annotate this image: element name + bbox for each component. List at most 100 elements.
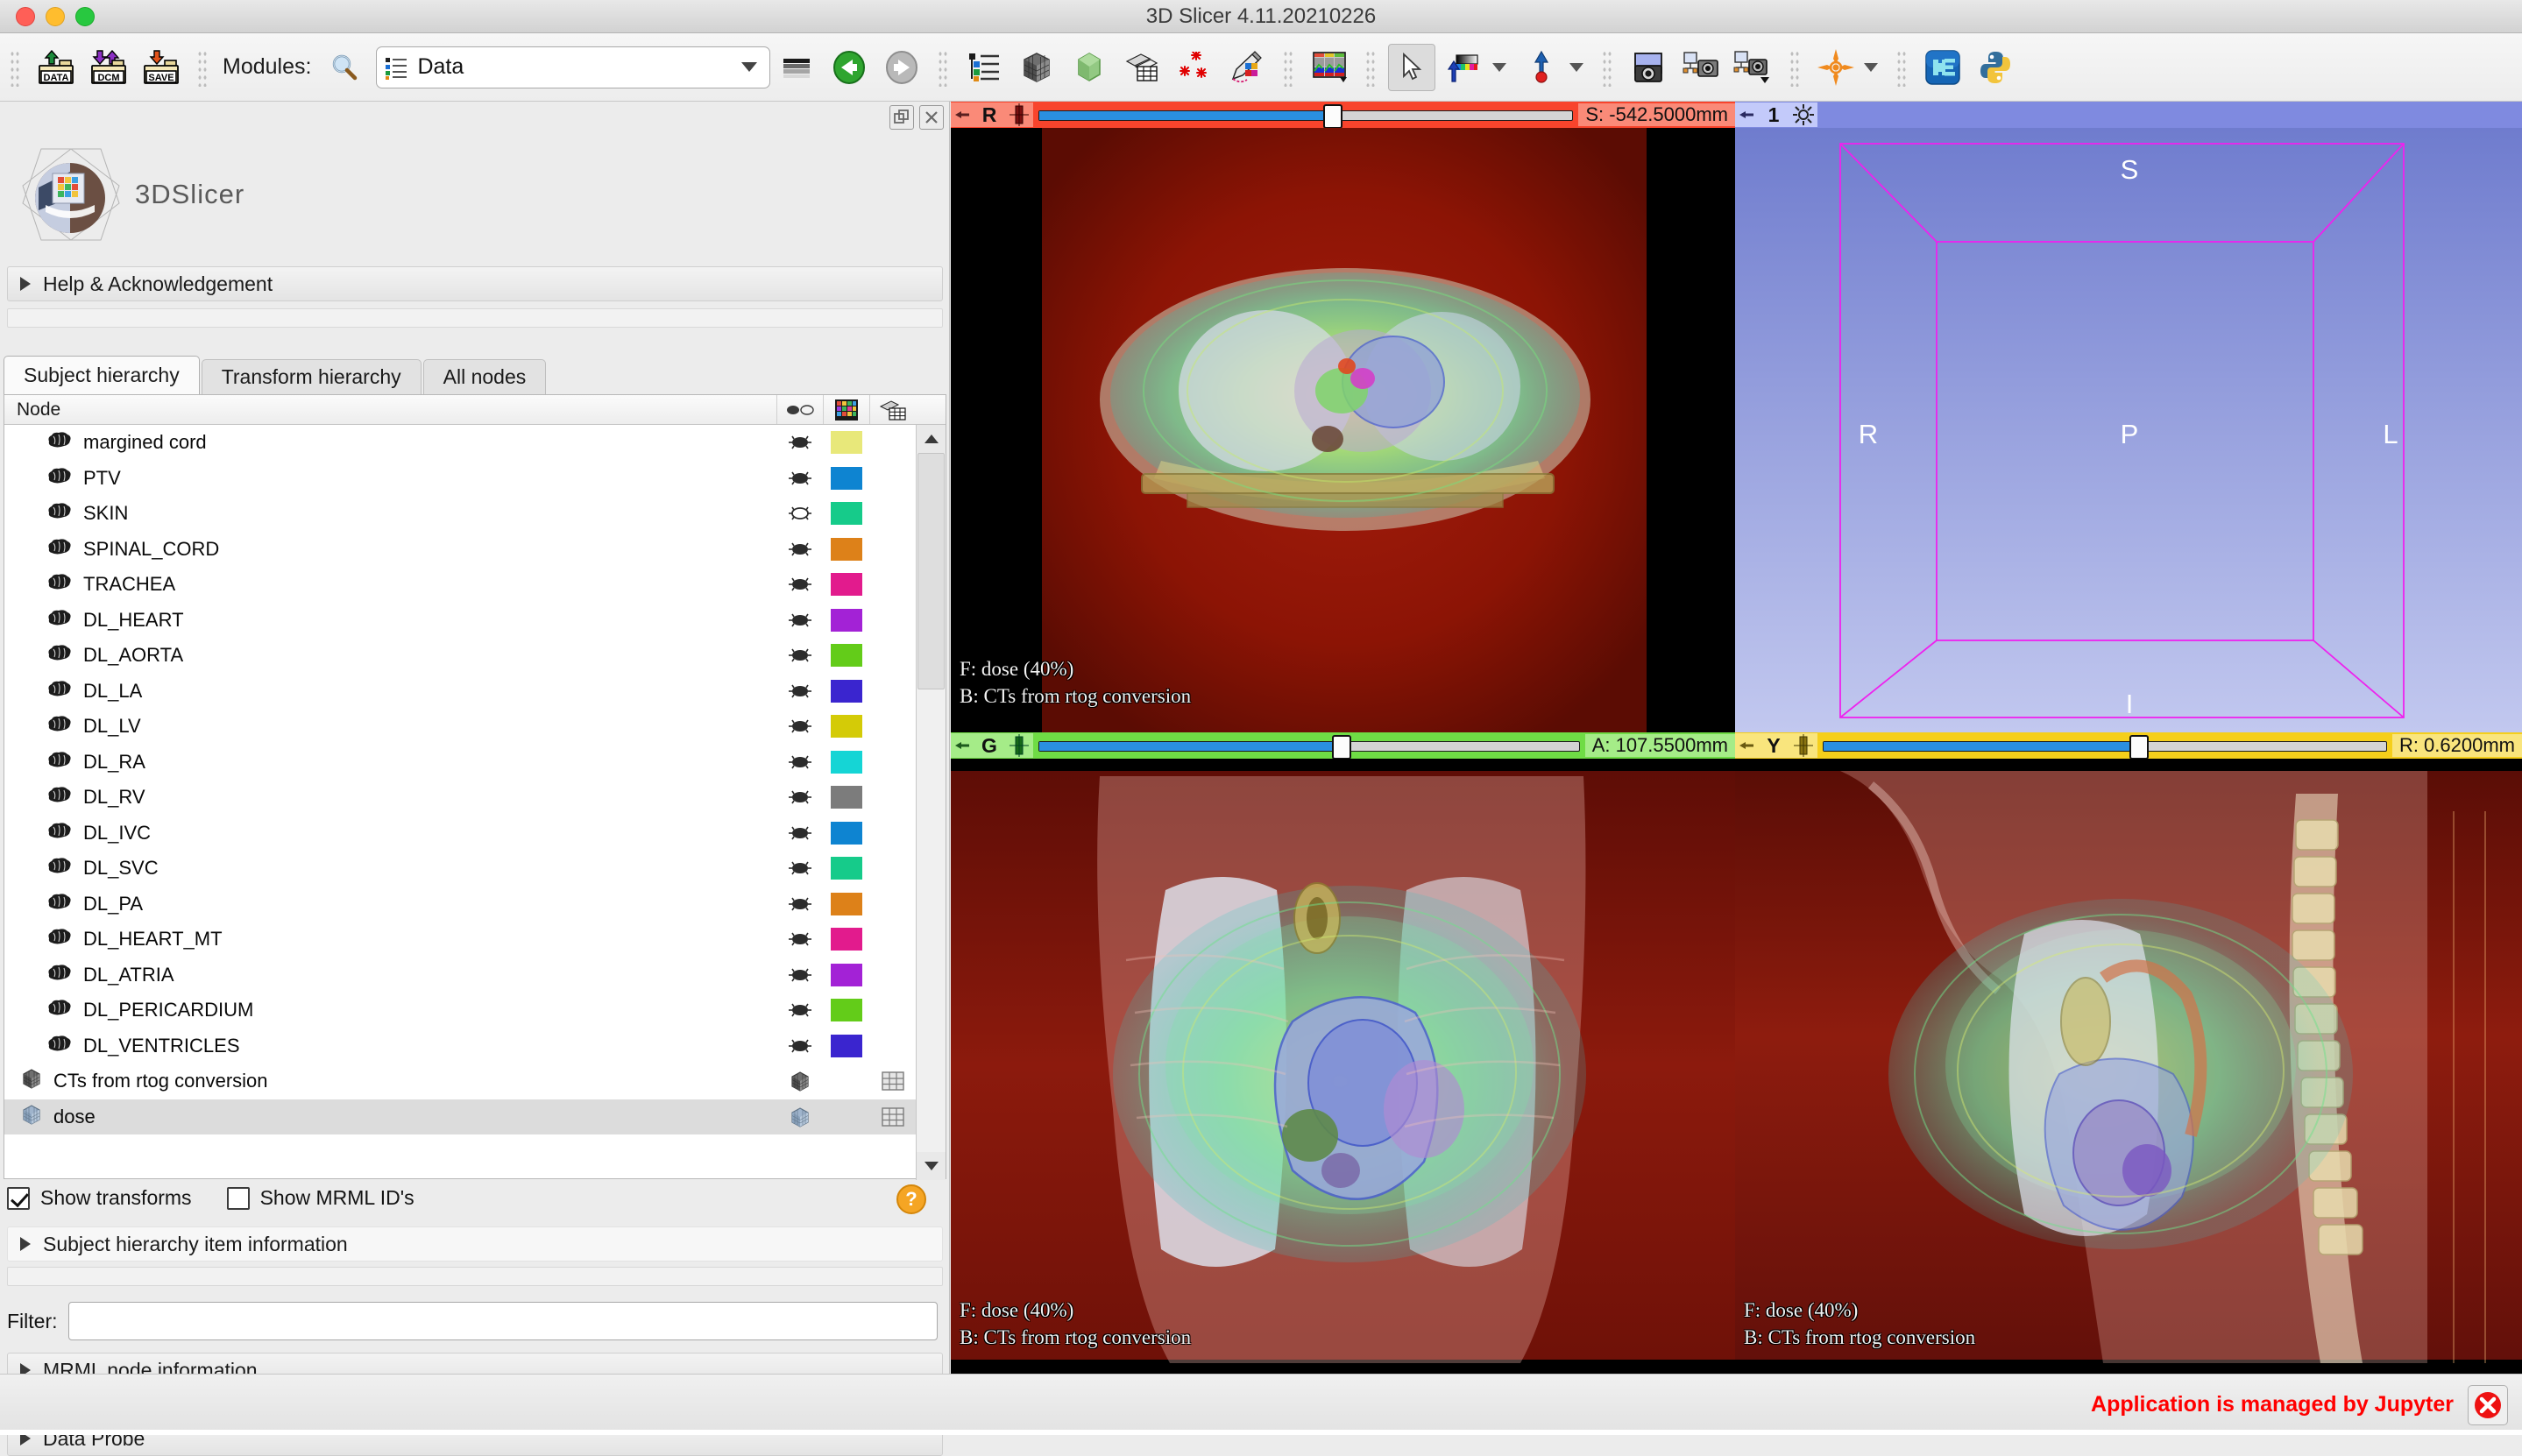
color-swatch[interactable] xyxy=(830,608,862,632)
place-markup-button[interactable] xyxy=(1518,44,1565,91)
extension-manager-button[interactable] xyxy=(1919,44,1966,91)
table-row[interactable]: DL_AORTA xyxy=(4,638,946,674)
toolbar-grip-extensions[interactable] xyxy=(1895,47,1909,87)
node-color-swatch[interactable] xyxy=(823,963,869,986)
node-color-swatch[interactable] xyxy=(823,608,869,632)
table-row[interactable]: DL_IVC xyxy=(4,816,946,852)
node-visibility-toggle[interactable] xyxy=(776,718,823,734)
color-swatch[interactable] xyxy=(830,573,862,597)
tree-column-transform[interactable] xyxy=(869,395,916,424)
node-transform-cell[interactable] xyxy=(869,1071,916,1091)
node-color-swatch[interactable] xyxy=(823,502,869,526)
next-module-button[interactable] xyxy=(878,44,925,91)
module-selector-combobox[interactable]: Data xyxy=(376,46,771,88)
color-swatch[interactable] xyxy=(830,1034,862,1057)
color-swatch[interactable] xyxy=(830,750,862,774)
node-visibility-toggle[interactable] xyxy=(776,860,823,876)
crosshair-dropdown-caret[interactable] xyxy=(1864,62,1879,72)
node-visibility-toggle[interactable] xyxy=(776,1070,823,1092)
table-row[interactable]: margined cord xyxy=(4,425,946,461)
pin-icon[interactable] xyxy=(951,102,974,127)
layout-button[interactable] xyxy=(1306,44,1353,91)
previous-module-button[interactable] xyxy=(825,44,873,91)
node-color-swatch[interactable] xyxy=(823,466,869,490)
table-row[interactable]: DL_SVC xyxy=(4,851,946,887)
color-swatch[interactable] xyxy=(830,715,862,739)
node-visibility-toggle[interactable] xyxy=(776,1002,823,1018)
red-slice-slider[interactable] xyxy=(1038,104,1574,129)
color-swatch[interactable] xyxy=(830,431,862,455)
node-visibility-toggle[interactable] xyxy=(776,576,823,592)
toolbar-grip-crosshair[interactable] xyxy=(1789,47,1802,87)
node-visibility-toggle[interactable] xyxy=(776,541,823,557)
node-visibility-toggle[interactable] xyxy=(776,470,823,486)
table-row[interactable]: DL_ATRIA xyxy=(4,958,946,993)
tree-column-visibility[interactable] xyxy=(776,395,823,424)
volume-rendering-button[interactable] xyxy=(1013,44,1060,91)
color-swatch[interactable] xyxy=(830,502,862,526)
node-visibility-toggle[interactable] xyxy=(776,612,823,628)
node-color-swatch[interactable] xyxy=(823,786,869,809)
table-row[interactable]: SPINAL_CORD xyxy=(4,532,946,568)
window-level-dropdown-caret[interactable] xyxy=(1492,62,1507,72)
node-visibility-toggle[interactable] xyxy=(776,683,823,699)
segment-editor-button[interactable] xyxy=(1223,44,1271,91)
tree-scrollbar[interactable] xyxy=(916,425,946,1180)
color-swatch[interactable] xyxy=(830,857,862,880)
load-dicom-button[interactable]: DCM xyxy=(85,44,132,91)
help-acknowledgement-section[interactable]: Help & Acknowledgement xyxy=(7,266,943,301)
mouse-mode-button[interactable] xyxy=(1388,43,1436,91)
chevron-down-icon[interactable] xyxy=(741,62,758,72)
node-color-swatch[interactable] xyxy=(823,715,869,739)
load-data-button[interactable]: DATA xyxy=(32,44,80,91)
toolbar-grip-modules[interactable] xyxy=(196,47,209,87)
color-swatch[interactable] xyxy=(830,786,862,809)
red-visibility-icon[interactable] xyxy=(1005,102,1033,127)
table-row[interactable]: DL_HEART_MT xyxy=(4,922,946,958)
tree-column-node[interactable]: Node xyxy=(4,399,776,421)
pin-icon[interactable] xyxy=(1735,733,1758,758)
table-row[interactable]: DL_LV xyxy=(4,709,946,745)
table-row[interactable]: SKIN xyxy=(4,496,946,532)
node-color-swatch[interactable] xyxy=(823,892,869,915)
show-mrml-ids-checkbox[interactable] xyxy=(226,1186,250,1210)
node-color-swatch[interactable] xyxy=(823,537,869,561)
green-slider-thumb[interactable] xyxy=(1331,735,1351,760)
node-color-swatch[interactable] xyxy=(823,857,869,880)
save-data-button[interactable]: SAVE xyxy=(138,44,185,91)
pin-icon[interactable] xyxy=(951,733,974,758)
scene-views-capture-button[interactable] xyxy=(1677,44,1725,91)
toolbar-grip[interactable] xyxy=(9,47,21,87)
toolbar-grip-layout[interactable] xyxy=(1282,47,1295,87)
color-swatch[interactable] xyxy=(830,963,862,986)
show-transforms-checkbox[interactable] xyxy=(7,1186,30,1210)
subject-hierarchy-button[interactable] xyxy=(960,44,1008,91)
node-visibility-toggle[interactable] xyxy=(776,435,823,450)
module-history-button[interactable] xyxy=(773,44,820,91)
transforms-button[interactable] xyxy=(1118,44,1165,91)
panel-close-button[interactable] xyxy=(919,105,944,130)
green-slice-view[interactable]: G A: 107.5500mm F: dose (40%) B: CTs fro… xyxy=(951,732,1735,1374)
node-color-swatch[interactable] xyxy=(823,750,869,774)
crosshair-button[interactable] xyxy=(1812,44,1860,91)
table-row[interactable]: DL_RV xyxy=(4,780,946,816)
node-color-swatch[interactable] xyxy=(823,928,869,951)
node-visibility-toggle[interactable] xyxy=(776,789,823,805)
filter-input[interactable] xyxy=(67,1302,938,1340)
table-row[interactable]: DL_HEART xyxy=(4,603,946,639)
table-row[interactable]: DL_PERICARDIUM xyxy=(4,993,946,1028)
toolbar-grip-mouse[interactable] xyxy=(1364,47,1378,87)
color-swatch[interactable] xyxy=(830,466,862,490)
tab-transform-hierarchy[interactable]: Transform hierarchy xyxy=(201,359,422,394)
python-console-button[interactable] xyxy=(1972,44,2019,91)
node-color-swatch[interactable] xyxy=(823,644,869,668)
node-visibility-toggle[interactable] xyxy=(776,1106,823,1128)
table-row[interactable]: DL_VENTRICLES xyxy=(4,1028,946,1064)
tree-column-color[interactable] xyxy=(823,395,869,424)
module-search-button[interactable] xyxy=(321,44,368,91)
green-slice-slider[interactable] xyxy=(1038,735,1580,760)
capture-button[interactable] xyxy=(1730,44,1777,91)
panel-undock-button[interactable] xyxy=(889,105,914,130)
toolbar-grip-capture[interactable] xyxy=(1601,47,1614,87)
node-color-swatch[interactable] xyxy=(823,1034,869,1057)
